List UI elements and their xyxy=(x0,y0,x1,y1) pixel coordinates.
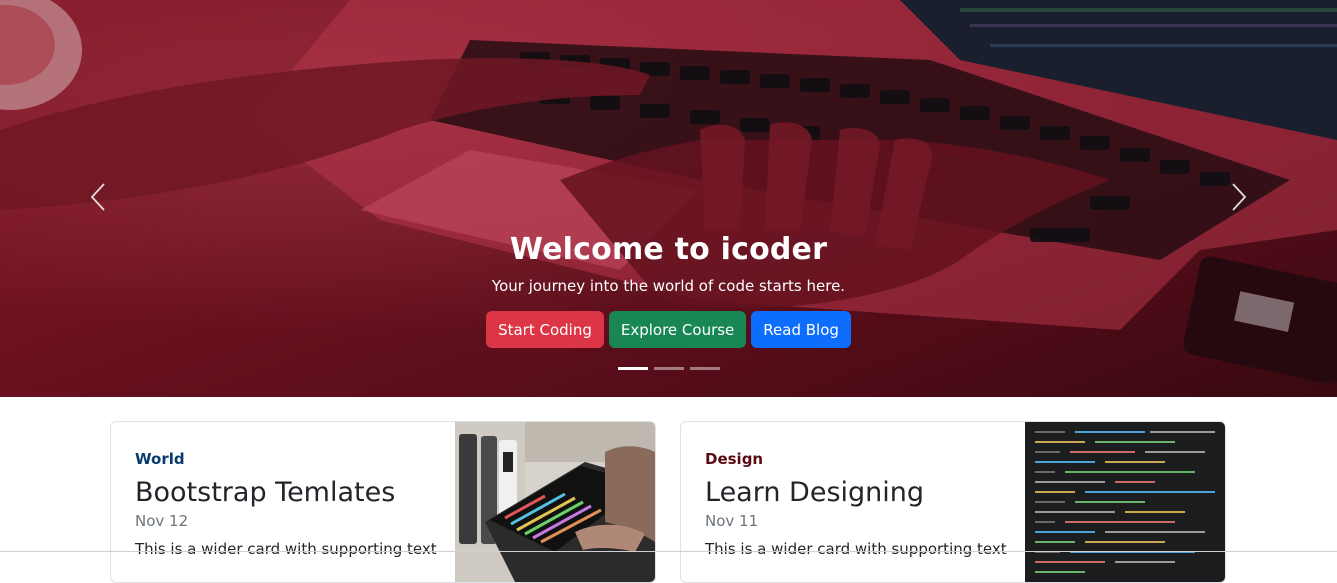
card-image-code-screen xyxy=(1025,422,1225,582)
card-image-person-coding xyxy=(455,422,655,582)
carousel-indicators xyxy=(0,367,1337,370)
hero-carousel: Welcome to icoder Your journey into the … xyxy=(0,0,1337,397)
chevron-right-icon xyxy=(1232,183,1247,211)
carousel-next-button[interactable] xyxy=(1219,175,1259,219)
card-title: Bootstrap Temlates xyxy=(135,477,396,508)
page-bottom-divider xyxy=(0,551,1337,552)
card-learn-designing: Design Learn Designing Nov 11 This is a … xyxy=(680,421,1226,583)
hero-button-group: Start Coding Explore Course Read Blog xyxy=(0,311,1337,348)
carousel-prev-button[interactable] xyxy=(78,175,118,219)
chevron-left-icon xyxy=(90,183,105,211)
explore-course-button[interactable]: Explore Course xyxy=(608,311,747,348)
carousel-indicator-2[interactable] xyxy=(653,367,684,370)
card-date: Nov 12 xyxy=(135,512,189,530)
start-coding-button[interactable]: Start Coding xyxy=(486,311,604,348)
carousel-indicator-1[interactable] xyxy=(617,367,648,370)
hero-subtitle: Your journey into the world of code star… xyxy=(491,277,846,295)
card-title: Learn Designing xyxy=(705,477,925,508)
card-text: This is a wider card with supporting tex… xyxy=(135,540,437,558)
card-date: Nov 11 xyxy=(705,512,759,530)
card-category: Design xyxy=(705,450,764,468)
card-text: This is a wider card with supporting tex… xyxy=(705,540,1007,558)
card-bootstrap-templates: World Bootstrap Temlates Nov 12 This is … xyxy=(110,421,656,583)
read-blog-button[interactable]: Read Blog xyxy=(751,311,851,348)
card-category: World xyxy=(135,450,185,468)
carousel-caption: Welcome to icoder Your journey into the … xyxy=(0,232,1337,348)
carousel-indicator-3[interactable] xyxy=(689,367,720,370)
card-body: Design Learn Designing Nov 11 This is a … xyxy=(705,450,1007,558)
card-body: World Bootstrap Temlates Nov 12 This is … xyxy=(135,450,437,558)
hero-title: Welcome to icoder xyxy=(509,232,828,267)
